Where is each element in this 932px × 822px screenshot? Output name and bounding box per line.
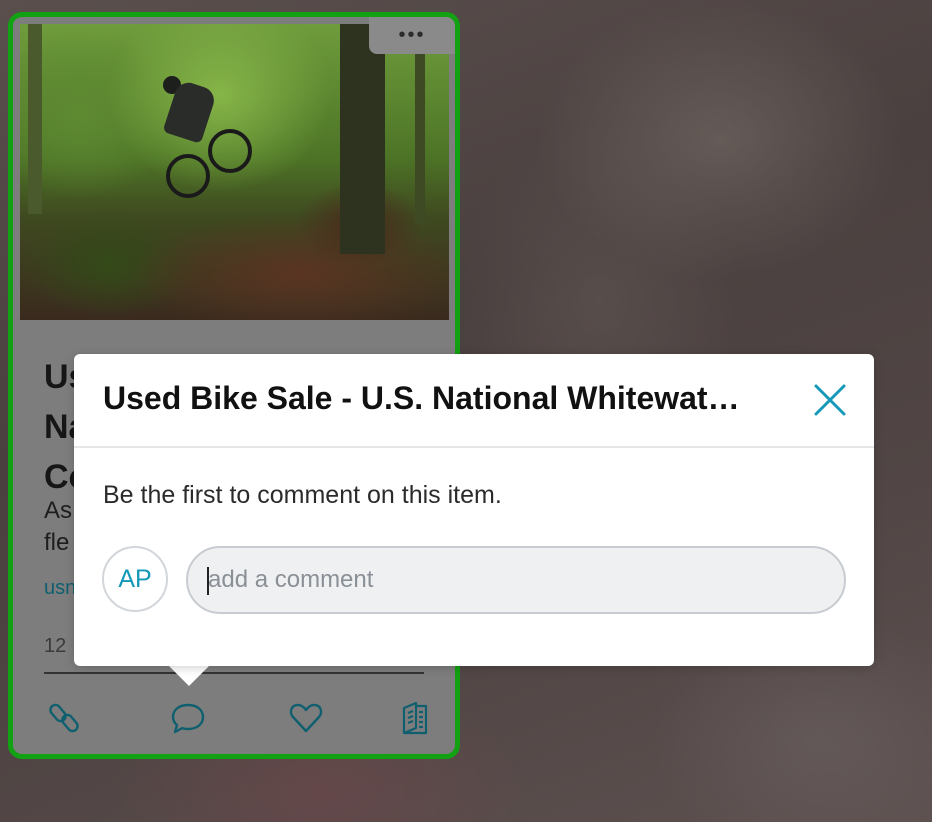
- comments-popover: Used Bike Sale - U.S. National Whitewat……: [74, 354, 874, 666]
- book-icon: [402, 701, 428, 735]
- close-button[interactable]: [812, 382, 848, 418]
- card-source-link[interactable]: usn: [44, 577, 76, 600]
- link-icon: [49, 703, 79, 733]
- save-to-collection-button[interactable]: [394, 698, 434, 738]
- card-menu-button[interactable]: •••: [369, 17, 455, 54]
- card-divider: [44, 672, 424, 674]
- text-caret: [207, 567, 209, 595]
- close-icon: [814, 384, 846, 416]
- like-button[interactable]: [286, 698, 326, 738]
- avatar: AP: [102, 546, 168, 612]
- comment-button[interactable]: [168, 698, 208, 738]
- heart-icon: [289, 703, 323, 733]
- popover-title: Used Bike Sale - U.S. National Whitewat…: [103, 380, 740, 416]
- popover-arrow: [167, 664, 211, 686]
- card-image[interactable]: [20, 24, 449, 320]
- link-button[interactable]: [45, 698, 85, 738]
- popover-header: Used Bike Sale - U.S. National Whitewat…: [74, 354, 874, 448]
- card-count: 12: [44, 635, 67, 657]
- comment-icon: [171, 703, 205, 734]
- more-dots-icon: •••: [398, 24, 426, 46]
- empty-comments-message: Be the first to comment on this item.: [103, 481, 502, 509]
- comment-input[interactable]: [186, 546, 846, 614]
